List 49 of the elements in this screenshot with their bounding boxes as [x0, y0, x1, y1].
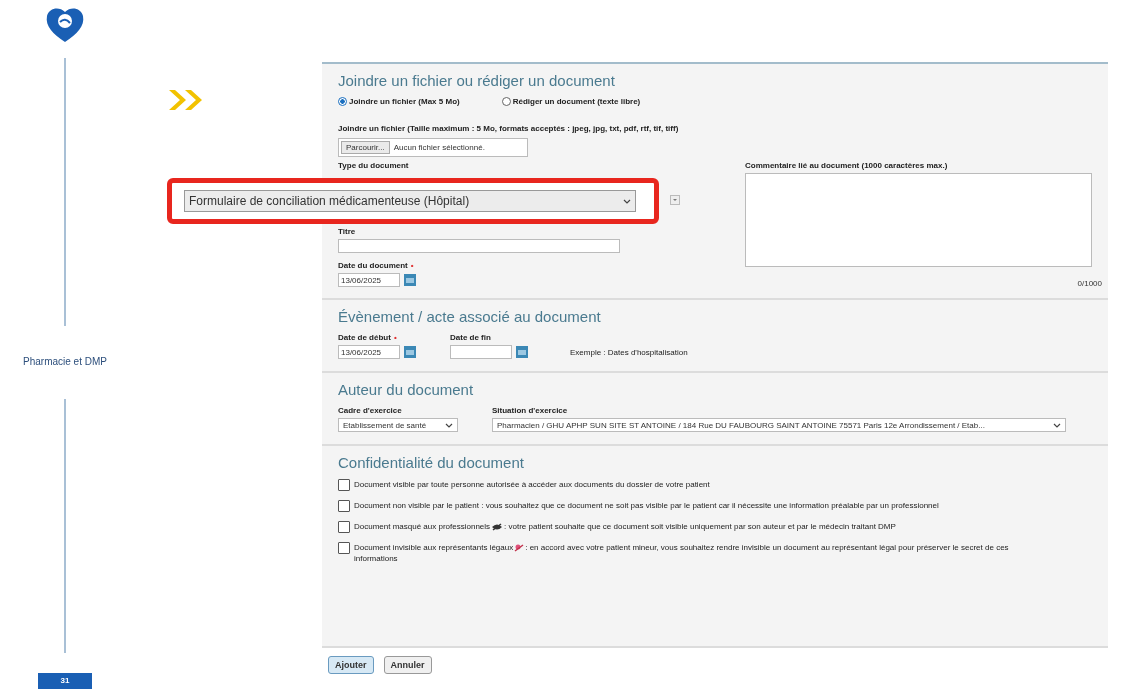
dropdown[interactable]: Formulaire de conciliation médicamenteuse (Hôpital) [184, 190, 636, 212]
checkbox[interactable] [338, 479, 350, 491]
checkbox[interactable] [338, 521, 350, 533]
file-input[interactable]: Parcourir... Aucun fichier sélectionné. [338, 138, 528, 157]
calendar-icon [404, 274, 416, 286]
option-text: Document non visible par le patient : vous souhaitez que ce document ne soit pas visible par le patient car il nécessite une information préalable par un professionnel [354, 500, 939, 511]
dropdown[interactable]: Pharmacien / GHU APHP SUN SITE ST ANTOINE / 184 Rue DU FAUBOURG SAINT ANTOINE 75571 Paris 12e Arrondissement / Etab... [492, 418, 1066, 432]
field-label: Date du document [338, 261, 408, 270]
date-field[interactable]: 13/06/2025 [338, 345, 400, 359]
caret-icon [1053, 422, 1061, 428]
required-mark: • [410, 261, 414, 270]
field-label: Situation d'exercice [492, 406, 569, 415]
character-count: 0/1000 [1077, 279, 1102, 288]
date-field[interactable]: 13/06/2025 [338, 273, 400, 287]
date-field[interactable] [450, 345, 512, 359]
field-label: Titre [338, 227, 357, 236]
radio-option[interactable]: Rédiger un document (texte libre) [501, 97, 641, 106]
section-label: Pharmacie et DMP [23, 355, 107, 369]
field-label: Joindre un fichier (Taille maximum : 5 Mo, formats acceptés : jpeg, jpg, txt, pdf, rtf, tif, tiff) [338, 124, 680, 133]
section-title: Confidentialité du document [338, 454, 525, 471]
field-label: Date de début [338, 333, 391, 342]
field-label: Cadre d'exercice [338, 406, 403, 415]
caret-icon [623, 198, 631, 204]
option-text: Document visible par toute personne autorisée à accéder aux documents du dossier de votre patient [354, 479, 710, 490]
radio-option[interactable]: Joindre un fichier (Max 5 Mo) [338, 97, 460, 106]
option-text: Document invisible aux représentants légaux : en accord avec votre patient mineur, vous souhaitez rendre invisible un document au représentant légal pour préserver le secret de ces informations [354, 542, 1010, 564]
section-title: Évènement / acte associé au document [338, 308, 602, 325]
calendar-icon [404, 346, 416, 358]
comment-field[interactable] [745, 173, 1092, 267]
dropdown[interactable]: Etablissement de santé [338, 418, 458, 432]
title-field[interactable] [338, 239, 620, 253]
calendar-icon [516, 346, 528, 358]
checkbox[interactable] [338, 542, 350, 554]
option-text: Document masqué aux professionnels : votre patient souhaite que ce document soit visible uniquement par son auteur et par le médecin traitant DMP [354, 521, 896, 532]
section-title: Joindre un fichier ou rédiger un document [338, 72, 616, 89]
heart-logo-icon [45, 6, 85, 44]
section-title: Auteur du document [338, 381, 475, 398]
field-label: Commentaire lié au document (1000 caractères max.) [745, 161, 949, 170]
checkbox[interactable] [338, 500, 350, 512]
caret-icon [445, 422, 453, 428]
cancel-button[interactable]: Annuler [383, 656, 432, 674]
field-label: Date de fin [450, 333, 492, 342]
add-button[interactable]: Ajouter [328, 656, 374, 674]
field-label: Type du document [338, 161, 410, 170]
crossed-eye-icon [491, 522, 504, 531]
hint-text: Exemple : Dates d'hospitalisation [570, 348, 688, 357]
crossed-person-icon [514, 543, 525, 552]
page-number: 31 [38, 673, 92, 689]
required-mark: • [393, 333, 397, 342]
